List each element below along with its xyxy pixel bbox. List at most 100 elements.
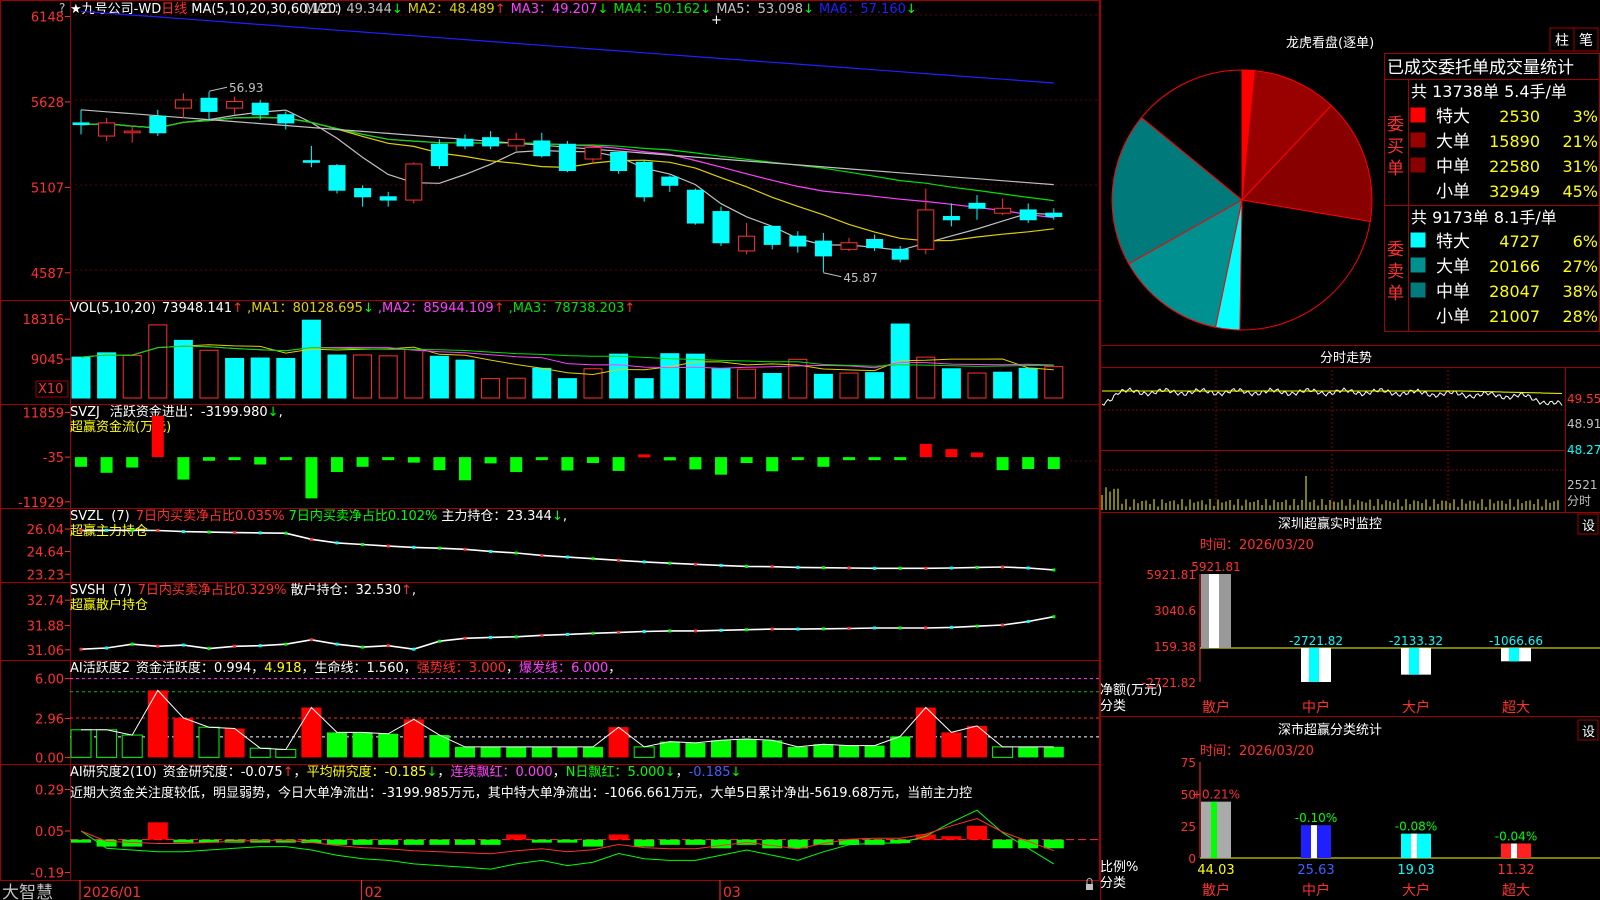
ratio-value-label: 44.03 bbox=[1197, 863, 1234, 878]
bar-view-label[interactable]: 柱 bbox=[1555, 33, 1569, 49]
activity-bar bbox=[1018, 746, 1039, 758]
ma-lines bbox=[80, 10, 1054, 251]
fund-flow-bar bbox=[254, 457, 267, 465]
holding-point bbox=[437, 546, 441, 550]
y-tick-label: 0.05 bbox=[35, 825, 64, 840]
holding-point bbox=[412, 647, 416, 651]
crosshair-icon: + bbox=[711, 13, 722, 28]
holding-point bbox=[1026, 619, 1030, 623]
activity-bar bbox=[327, 732, 347, 758]
activity-bar bbox=[70, 729, 92, 758]
lock-icon[interactable] bbox=[1086, 884, 1093, 890]
ai-activity-panel: AI活跃度2 资金活跃度：0.994，4.918，生命线：1.560，强势线：3.… bbox=[35, 660, 1100, 766]
activity-bar bbox=[992, 746, 1014, 758]
order-percent: 28% bbox=[1562, 307, 1598, 326]
holding-point bbox=[693, 629, 697, 633]
research-bar bbox=[403, 839, 424, 845]
holding-point bbox=[105, 528, 109, 532]
holding-point bbox=[79, 528, 83, 532]
ma-legend-dir: ↓ bbox=[597, 2, 608, 17]
category-bar-highlight bbox=[1409, 647, 1419, 675]
holding-point bbox=[361, 645, 365, 649]
holding-point bbox=[796, 627, 800, 631]
candle-body bbox=[994, 207, 1012, 214]
stat-table-title: 已成交委托单成交量统计 bbox=[1387, 58, 1574, 78]
svzj-header: SVZJ 活跃资金进出：-3199.980↓, bbox=[70, 404, 283, 420]
activity-bar bbox=[173, 718, 194, 758]
x-tick-label: 03 bbox=[723, 885, 741, 900]
candle-body bbox=[149, 115, 167, 134]
holding-point bbox=[668, 629, 672, 633]
candle-body bbox=[712, 211, 730, 244]
research-bar bbox=[608, 834, 629, 840]
date-x-axis: 2026/01 02 03 bbox=[79, 880, 741, 900]
volume-bar bbox=[327, 354, 347, 399]
intraday-vol-tick: 2521 bbox=[1567, 478, 1598, 492]
candle-body bbox=[610, 151, 628, 172]
vol-dir: ↑ bbox=[232, 301, 243, 316]
order-pie-chart bbox=[1111, 69, 1373, 331]
activity-bar bbox=[711, 740, 731, 758]
category-label: 散户 bbox=[1202, 882, 1230, 899]
holding-point bbox=[719, 628, 723, 632]
holding-point bbox=[540, 553, 544, 557]
activity-bar bbox=[147, 690, 168, 758]
vertical-char: 单 bbox=[1387, 159, 1404, 179]
fund-flow-bar bbox=[766, 457, 779, 472]
candle-body bbox=[1045, 212, 1063, 217]
category-label: 大户 bbox=[1402, 699, 1430, 716]
y-tick-label: -11929 bbox=[18, 496, 64, 511]
holding-point bbox=[309, 537, 313, 541]
ai-activity-header: AI活跃度2 资金活跃度：0.994，4.918，生命线：1.560，强势线：3.… bbox=[70, 660, 621, 676]
activity-bar bbox=[224, 728, 245, 758]
ma-legend-name: MA5： bbox=[716, 2, 757, 17]
tick-view-label[interactable]: 笔 bbox=[1579, 33, 1593, 49]
activity-bar bbox=[249, 747, 271, 758]
candle-body bbox=[251, 102, 269, 116]
svsh-y-axis: 32.74 31.88 31.06 bbox=[27, 594, 70, 659]
ratio-bar-highlight bbox=[1411, 833, 1417, 858]
vol-title: VOL(5,10,20) bbox=[70, 301, 156, 316]
activity-bar bbox=[890, 736, 911, 758]
holding-point bbox=[565, 632, 569, 636]
volume-bar bbox=[404, 348, 424, 399]
app-logo-text: 大智慧 bbox=[2, 883, 53, 900]
volume-bar bbox=[378, 355, 398, 399]
volume-bar bbox=[276, 357, 296, 399]
vertical-char: 委 bbox=[1387, 240, 1404, 260]
candle-body bbox=[277, 114, 295, 124]
activity-bar bbox=[1043, 746, 1064, 758]
holding-point bbox=[898, 566, 902, 570]
holding-point bbox=[821, 566, 825, 570]
ratio-bar-highlight bbox=[1311, 825, 1317, 858]
y-tick-label: -2721.82 bbox=[1142, 676, 1196, 690]
fund-flow-bar bbox=[305, 457, 318, 499]
ma-legend-value: 49.207 bbox=[552, 2, 598, 17]
sell-orders-rows: 特大 4727 6% 大单 20166 27% 中单 28047 38% 小单 21007 28% bbox=[1410, 232, 1598, 327]
svzj-panel: SVZJ 活跃资金进出：-3199.980↓, 超赢资金流(万元) 11859-3… bbox=[18, 404, 1060, 511]
pie-title: 龙虎看盘(逐单) bbox=[1286, 35, 1374, 51]
fund-flow-bar bbox=[868, 457, 881, 461]
fund-flow-bar bbox=[919, 443, 932, 458]
fund-flow-bar bbox=[203, 457, 215, 461]
volume-scale: X10 bbox=[38, 382, 63, 397]
candle-body bbox=[200, 97, 218, 112]
bar-value-label: -2133.32 bbox=[1389, 634, 1443, 648]
volume-bar bbox=[993, 371, 1013, 399]
research-bar bbox=[173, 839, 194, 843]
stock-title[interactable]: ★九号公司-WD日线 MA(5,10,20,30,60,120) bbox=[70, 2, 341, 17]
category-bar-highlight bbox=[1209, 574, 1219, 648]
fund-flow-bar bbox=[356, 457, 369, 467]
buy-orders-rows: 特大 2530 3% 大单 15890 21% 中单 22580 31% 小单 32949 45% bbox=[1410, 107, 1598, 202]
view-toggle[interactable]: 柱 笔 bbox=[1549, 27, 1599, 52]
volume-bar bbox=[173, 339, 193, 399]
ai-research-bars bbox=[70, 809, 1100, 870]
holding-point bbox=[1026, 566, 1030, 570]
sz-stats-settings-label[interactable]: 设 bbox=[1582, 725, 1595, 740]
holding-point bbox=[745, 628, 749, 632]
activity-bar bbox=[96, 729, 118, 758]
fund-flow-bar bbox=[612, 457, 625, 471]
candle-body bbox=[840, 242, 858, 250]
sz-monitor-settings-label[interactable]: 设 bbox=[1582, 519, 1595, 534]
vol-ma-name: ,MA2： bbox=[378, 301, 424, 316]
